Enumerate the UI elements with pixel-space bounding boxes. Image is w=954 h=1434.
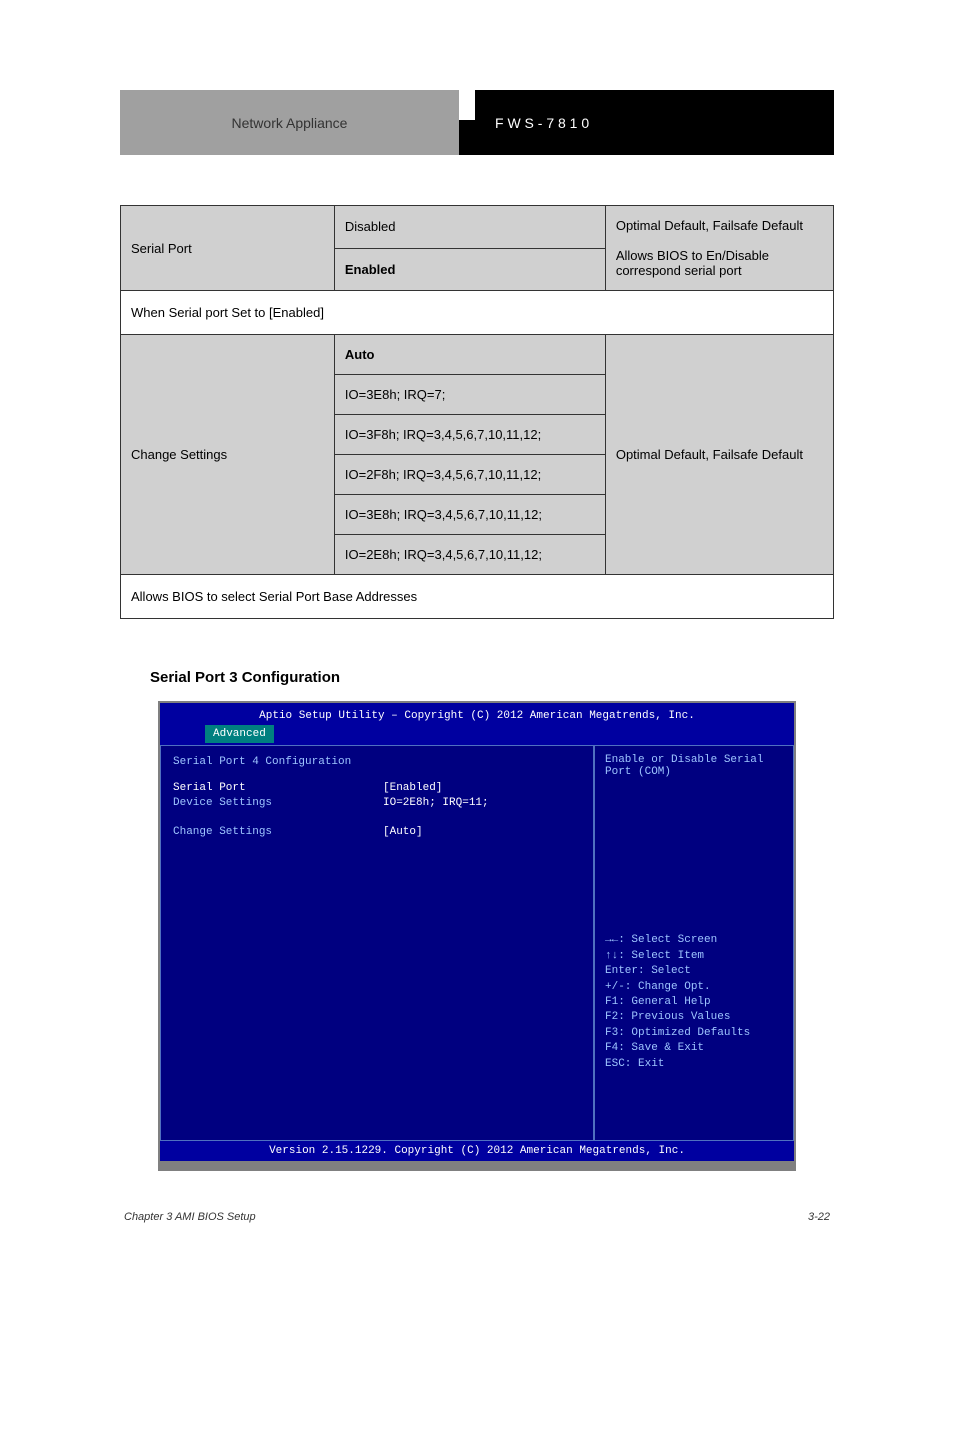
bios-section-title: Serial Port 3 Configuration bbox=[120, 669, 834, 686]
bios-main-panel: Serial Port 4 Configuration Serial Port … bbox=[160, 745, 594, 1141]
cell-bottom-divider: Allows BIOS to select Serial Port Base A… bbox=[121, 575, 834, 619]
cell-change-settings-label: Change Settings bbox=[121, 335, 335, 575]
key-f4: F4: Save & Exit bbox=[605, 1041, 783, 1056]
cell-enabled-option: Enabled bbox=[334, 248, 605, 291]
header-left-title: Network Appliance bbox=[120, 90, 459, 155]
key-select-item: ↑↓: Select Item bbox=[605, 949, 783, 964]
page-footer: Chapter 3 AMI BIOS Setup 3-22 bbox=[120, 1211, 834, 1223]
cell-io-opt1: IO=3E8h; IRQ=7; bbox=[334, 375, 605, 415]
cell-io-opt4: IO=3E8h; IRQ=3,4,5,6,7,10,11,12; bbox=[334, 495, 605, 535]
cell-serial-port-label: Serial Port bbox=[121, 206, 335, 291]
bios-top-bar: Aptio Setup Utility – Copyright (C) 2012… bbox=[160, 703, 794, 745]
key-change-opt: +/-: Change Opt. bbox=[605, 980, 783, 995]
change-settings-label: Change Settings bbox=[173, 826, 383, 838]
bios-tab-row: Advanced bbox=[160, 725, 794, 745]
page-header: Network Appliance F W S - 7 8 1 0 bbox=[120, 90, 834, 155]
cell-change-settings-desc: Optimal Default, Failsafe Default bbox=[605, 335, 833, 575]
cell-io-opt5: IO=2E8h; IRQ=3,4,5,6,7,10,11,12; bbox=[334, 535, 605, 575]
allows-text: Allows BIOS to En/Disable correspond ser… bbox=[616, 248, 769, 278]
bios-main-title: Serial Port 4 Configuration bbox=[173, 756, 581, 768]
device-settings-value: IO=2E8h; IRQ=11; bbox=[383, 797, 489, 809]
cell-when-enabled-divider: When Serial port Set to [Enabled] bbox=[121, 291, 834, 335]
bios-sidebar: Enable or Disable Serial Port (COM) →←: … bbox=[594, 745, 794, 1141]
bios-tab-advanced[interactable]: Advanced bbox=[205, 725, 274, 743]
optimal-default-text: Optimal Default, Failsafe Default bbox=[616, 218, 803, 233]
header-right-title: F W S - 7 8 1 0 bbox=[475, 90, 834, 155]
bios-body: Serial Port 4 Configuration Serial Port … bbox=[160, 745, 794, 1141]
serial-port-value: [Enabled] bbox=[383, 782, 442, 794]
cell-io-opt3: IO=2F8h; IRQ=3,4,5,6,7,10,11,12; bbox=[334, 455, 605, 495]
bios-help-keys: →←: Select Screen ↑↓: Select Item Enter:… bbox=[605, 933, 783, 1072]
key-enter: Enter: Select bbox=[605, 964, 783, 979]
serial-port-options-table: Serial Port Disabled Optimal Default, Fa… bbox=[120, 205, 834, 619]
bios-copyright-top: Aptio Setup Utility – Copyright (C) 2012… bbox=[160, 707, 794, 725]
key-esc: ESC: Exit bbox=[605, 1057, 783, 1072]
device-settings-label: Device Settings bbox=[173, 797, 383, 809]
footer-chapter: Chapter 3 AMI BIOS Setup bbox=[124, 1211, 256, 1223]
footer-page-number: 3-22 bbox=[808, 1211, 830, 1223]
bios-screenshot: Aptio Setup Utility – Copyright (C) 2012… bbox=[158, 701, 796, 1171]
bios-row-device-settings: Device Settings IO=2E8h; IRQ=11; bbox=[173, 797, 581, 809]
cell-serial-port-desc: Optimal Default, Failsafe Default Allows… bbox=[605, 206, 833, 291]
bios-row-change-settings[interactable]: Change Settings [Auto] bbox=[173, 826, 581, 838]
bios-copyright-bottom: Version 2.15.1229. Copyright (C) 2012 Am… bbox=[160, 1141, 794, 1161]
key-f1: F1: General Help bbox=[605, 995, 783, 1010]
cell-auto-option: Auto bbox=[334, 335, 605, 375]
serial-port-label: Serial Port bbox=[173, 782, 383, 794]
cell-io-opt2: IO=3F8h; IRQ=3,4,5,6,7,10,11,12; bbox=[334, 415, 605, 455]
cell-disabled-option: Disabled bbox=[334, 206, 605, 249]
key-f3: F3: Optimized Defaults bbox=[605, 1026, 783, 1041]
header-notch bbox=[459, 120, 475, 155]
bios-help-text: Enable or Disable Serial Port (COM) bbox=[605, 754, 783, 778]
bios-row-serial-port[interactable]: Serial Port [Enabled] bbox=[173, 782, 581, 794]
enabled-bold: Enabled bbox=[345, 262, 396, 277]
key-f2: F2: Previous Values bbox=[605, 1010, 783, 1025]
key-select-screen: →←: Select Screen bbox=[605, 933, 783, 948]
change-settings-value: [Auto] bbox=[383, 826, 423, 838]
optimal-default-text-2: Optimal Default, Failsafe Default bbox=[616, 447, 803, 462]
